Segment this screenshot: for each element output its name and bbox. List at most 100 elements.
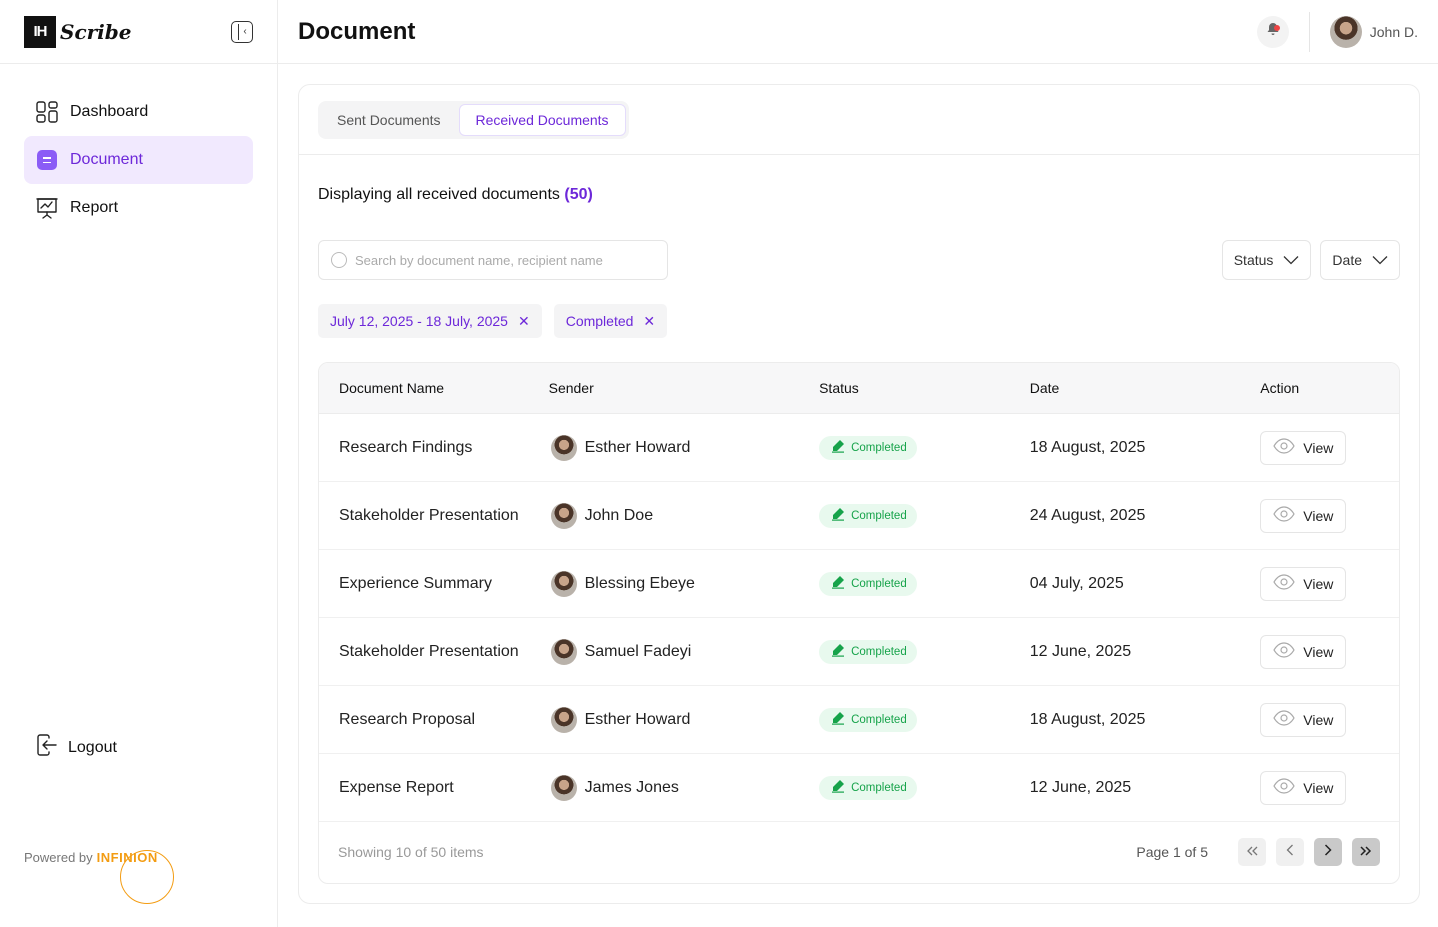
view-label: View — [1303, 711, 1334, 728]
status-badge: Completed — [819, 435, 917, 460]
sidebar-item-label: Dashboard — [70, 103, 149, 120]
app-logo[interactable]: IH Scribe — [24, 15, 131, 48]
date-cell: 04 July, 2025 — [1029, 574, 1124, 592]
sender-cell: John Doe — [549, 502, 820, 529]
date-filter-dropdown[interactable]: Date — [1320, 240, 1400, 280]
view-button[interactable]: View — [1260, 566, 1347, 601]
sender-name: Esther Howard — [584, 438, 691, 456]
view-button[interactable]: View — [1260, 498, 1347, 533]
status-text: Completed — [851, 781, 907, 794]
page-info: Page 1 of 5 — [1136, 844, 1208, 860]
table-row: Experience Summary Blessing Ebeye Comple… — [319, 550, 1399, 618]
logo-mark: IH — [24, 15, 56, 48]
status-text: Completed — [851, 645, 907, 658]
date-cell: 24 August, 2025 — [1029, 506, 1146, 524]
sidebar-item-dashboard[interactable]: Dashboard — [24, 88, 253, 136]
filter-chip-status: Completed ✕ — [553, 304, 668, 338]
view-button[interactable]: View — [1260, 770, 1347, 805]
avatar — [550, 502, 577, 529]
sidebar-item-report[interactable]: Report — [24, 184, 253, 232]
tab-sent-documents[interactable]: Sent Documents — [321, 104, 457, 136]
status-badge: Completed — [819, 775, 917, 800]
documents-card: Sent Documents Received Documents Displa… — [298, 84, 1420, 904]
previous-page-button[interactable] — [1276, 838, 1304, 866]
brand-row: IH Scribe ‹ — [0, 0, 277, 64]
logout-icon — [36, 734, 58, 761]
notification-dot — [1273, 24, 1280, 31]
close-icon[interactable]: ✕ — [518, 314, 530, 328]
logout-button[interactable]: Logout — [36, 734, 117, 761]
sender-cell: Blessing Ebeye — [549, 570, 820, 597]
view-button[interactable]: View — [1260, 430, 1347, 465]
sidebar: IH Scribe ‹ Dashboard Document Report Lo… — [0, 0, 278, 927]
status-text: Completed — [851, 713, 907, 726]
view-button[interactable]: View — [1260, 634, 1347, 669]
table-row: Stakeholder Presentation John Doe Comple… — [319, 482, 1399, 550]
sender-cell: James Jones — [549, 774, 820, 801]
eye-icon — [1273, 438, 1295, 457]
filters: Status Date — [1221, 240, 1400, 280]
sender-name: Samuel Fadeyi — [584, 642, 692, 660]
avatar — [550, 774, 577, 801]
document-name: Research Findings — [339, 438, 473, 456]
user-menu[interactable]: John D. — [1329, 15, 1418, 48]
documents-table: Document Name Sender Status Date Action … — [318, 362, 1400, 884]
status-filter-dropdown[interactable]: Status — [1221, 240, 1312, 280]
summary-text: Displaying all received documents — [318, 186, 560, 203]
signature-pen-icon — [831, 507, 845, 524]
document-name: Experience Summary — [339, 574, 492, 592]
next-page-button[interactable] — [1314, 838, 1342, 866]
notification-button[interactable] — [1256, 15, 1289, 48]
sender-cell: Esther Howard — [549, 706, 820, 733]
date-cell: 12 June, 2025 — [1029, 778, 1132, 796]
column-header-action: Action — [1260, 380, 1300, 396]
signature-pen-icon — [831, 711, 845, 728]
search-box — [318, 240, 668, 280]
status-text: Completed — [851, 441, 907, 454]
view-button[interactable]: View — [1260, 702, 1347, 737]
top-bar: Document John D. — [278, 0, 1438, 64]
document-name: Research Proposal — [339, 710, 476, 728]
table-row: Stakeholder Presentation Samuel Fadeyi C… — [319, 618, 1399, 686]
view-label: View — [1303, 779, 1334, 796]
collapse-sidebar-icon[interactable]: ‹ — [231, 20, 253, 43]
chevrons-right-icon — [1360, 843, 1372, 861]
logout-label: Logout — [68, 738, 117, 756]
date-cell: 18 August, 2025 — [1029, 438, 1146, 456]
first-page-button[interactable] — [1238, 838, 1266, 866]
status-filter-label: Status — [1233, 252, 1274, 268]
status-text: Completed — [851, 577, 907, 590]
tab-received-documents[interactable]: Received Documents — [458, 104, 626, 136]
chevron-down-icon — [1283, 252, 1299, 268]
document-icon — [36, 149, 58, 171]
sender-name: Esther Howard — [584, 710, 691, 728]
eye-icon — [1273, 710, 1295, 729]
tabs-bar: Sent Documents Received Documents — [299, 85, 1419, 155]
close-icon[interactable]: ✕ — [643, 314, 655, 328]
table-body: Research Findings Esther Howard Complete… — [319, 414, 1399, 822]
action-cell: View — [1260, 702, 1399, 737]
sidebar-item-document[interactable]: Document — [24, 136, 253, 184]
header-divider — [1308, 11, 1310, 52]
page-title: Document — [298, 17, 416, 45]
chip-label: Completed — [565, 313, 634, 329]
sidebar-item-label: Report — [70, 199, 119, 216]
table-row: Research Proposal Esther Howard Complete… — [319, 686, 1399, 754]
last-page-button[interactable] — [1352, 838, 1380, 866]
infinion-logo-ring — [120, 850, 174, 904]
column-header-document-name: Document Name — [339, 380, 445, 396]
view-label: View — [1303, 439, 1334, 456]
status-cell: Completed — [819, 435, 1030, 460]
sender-name: Blessing Ebeye — [584, 574, 695, 592]
signature-pen-icon — [831, 575, 845, 592]
sidebar-item-label: Document — [70, 151, 143, 168]
chevron-down-icon — [1372, 252, 1388, 268]
chevron-left-icon — [1286, 843, 1294, 861]
user-name: John D. — [1369, 23, 1418, 40]
status-text: Completed — [851, 509, 907, 522]
status-cell: Completed — [819, 775, 1030, 800]
status-cell: Completed — [819, 503, 1030, 528]
status-cell: Completed — [819, 639, 1030, 664]
search-input[interactable] — [355, 252, 655, 268]
view-label: View — [1303, 643, 1334, 660]
